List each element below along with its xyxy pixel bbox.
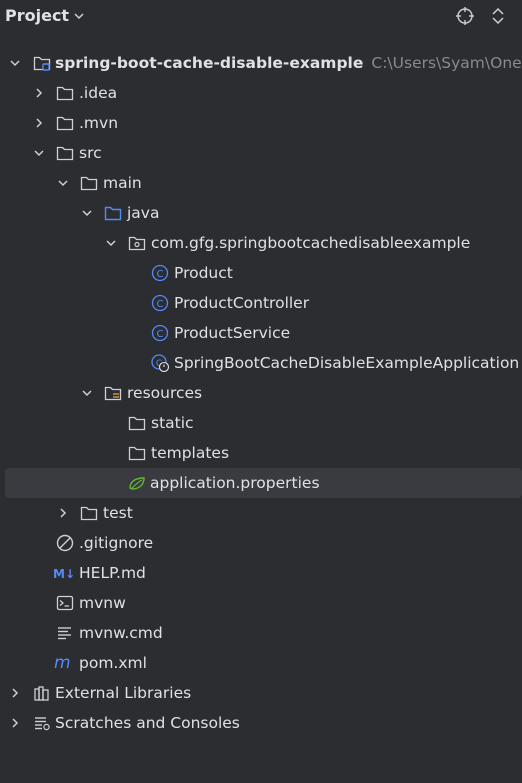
folder-icon [56,86,74,101]
tree-node-mvnw[interactable]: mvnw [0,588,522,618]
chevron-right-icon[interactable] [57,507,69,519]
tree-node-pom-xml[interactable]: m pom.xml [0,648,522,678]
source-folder-icon [104,206,122,221]
root-module-path: C:\Users\Syam\One [371,54,522,72]
terminal-script-icon [56,595,74,611]
java-class-icon: C [151,294,169,312]
maven-icon: m [54,654,71,672]
tree-label: mvnw [79,594,126,612]
chevron-down-icon[interactable] [81,207,93,219]
locate-icon[interactable] [455,6,475,26]
tree-node-external-libraries[interactable]: External Libraries [0,678,522,708]
tree-node-src[interactable]: src [0,138,522,168]
tree-label: static [151,414,194,432]
folder-icon [80,506,98,521]
chevron-down-icon[interactable] [73,10,85,22]
expand-collapse-icon[interactable] [488,6,508,26]
tree-label: templates [151,444,230,462]
tree-label: .idea [79,84,118,102]
tree-label: resources [127,384,203,402]
chevron-down-icon[interactable] [81,387,93,399]
tree-label: Scratches and Consoles [55,714,240,732]
text-file-icon [58,627,71,640]
chevron-right-icon[interactable] [9,717,21,729]
svg-text:C: C [157,269,164,280]
folder-icon [80,176,98,191]
ignore-file-icon [56,534,74,552]
chevron-down-icon[interactable] [9,57,21,69]
scratches-icon [35,717,50,731]
folder-icon [56,116,74,131]
tree-node-scratches[interactable]: Scratches and Consoles [0,708,522,738]
tree-node-mvn[interactable]: .mvn [0,108,522,138]
tree-node-package[interactable]: com.gfg.springbootcachedisableexample [0,228,522,258]
svg-text:m: m [54,654,71,672]
chevron-down-icon[interactable] [57,177,69,189]
tree-node-class-product-service[interactable]: C ProductService [0,318,522,348]
tree-label: pom.xml [79,654,147,672]
svg-text:C: C [157,329,164,340]
package-icon [128,236,146,251]
tree-label: External Libraries [55,684,192,702]
folder-icon [128,446,146,461]
tree-node-resources[interactable]: resources [0,378,522,408]
tree-label: .mvn [79,114,119,132]
library-icon [34,686,49,701]
tree-node-class-product-controller[interactable]: C ProductController [0,288,522,318]
root-module-label: spring-boot-cache-disable-example C:\User… [55,54,522,72]
tree-node-java[interactable]: java [0,198,522,228]
tree-node-main[interactable]: main [0,168,522,198]
project-tool-window-header: Project [0,0,522,34]
tree-label: main [103,174,142,192]
tree-node-root-module[interactable]: spring-boot-cache-disable-example C:\User… [0,48,522,78]
spring-boot-application-icon: C [151,354,169,372]
chevron-right-icon[interactable] [9,687,21,699]
spring-properties-icon [129,477,145,490]
tree-label: ProductService [174,324,291,342]
tree-label: src [79,144,102,162]
tree-label: application.properties [150,474,320,492]
folder-icon [128,416,146,431]
tree-label: Product [174,264,233,282]
markdown-icon: M↓ [53,567,75,581]
project-view-title[interactable]: Project [5,6,69,25]
tree-node-test[interactable]: test [0,498,522,528]
chevron-right-icon[interactable] [33,117,45,129]
tree-node-idea[interactable]: .idea [0,78,522,108]
svg-text:C: C [157,299,164,310]
module-folder-icon [33,56,51,71]
tree-node-mvnw-cmd[interactable]: mvnw.cmd [0,618,522,648]
tree-node-static[interactable]: static [0,408,522,438]
tree-label: HELP.md [79,564,146,582]
tree-label: mvnw.cmd [79,624,163,642]
tree-label: test [103,504,133,522]
svg-text:M↓: M↓ [53,567,75,581]
tree-label: SpringBootCacheDisableExampleApplication [174,354,520,372]
tree-node-templates[interactable]: templates [0,438,522,468]
resources-folder-icon [104,386,122,401]
tree-node-application-properties[interactable]: application.properties [5,468,522,498]
tree-node-class-product[interactable]: C Product [0,258,522,288]
tree-label: .gitignore [79,534,154,552]
tree-label: java [127,204,160,222]
tree-node-gitignore[interactable]: .gitignore [0,528,522,558]
chevron-down-icon[interactable] [105,237,117,249]
java-class-icon: C [151,324,169,342]
chevron-down-icon[interactable] [33,147,45,159]
tree-node-help-md[interactable]: M↓ HELP.md [0,558,522,588]
java-class-icon: C [151,264,169,282]
tree-label: ProductController [174,294,310,312]
tree-node-class-application[interactable]: C SpringBootCacheDisableExampleApplicati… [0,348,522,378]
folder-icon [56,146,74,161]
chevron-right-icon[interactable] [33,87,45,99]
tree-label: com.gfg.springbootcachedisableexample [151,234,471,252]
